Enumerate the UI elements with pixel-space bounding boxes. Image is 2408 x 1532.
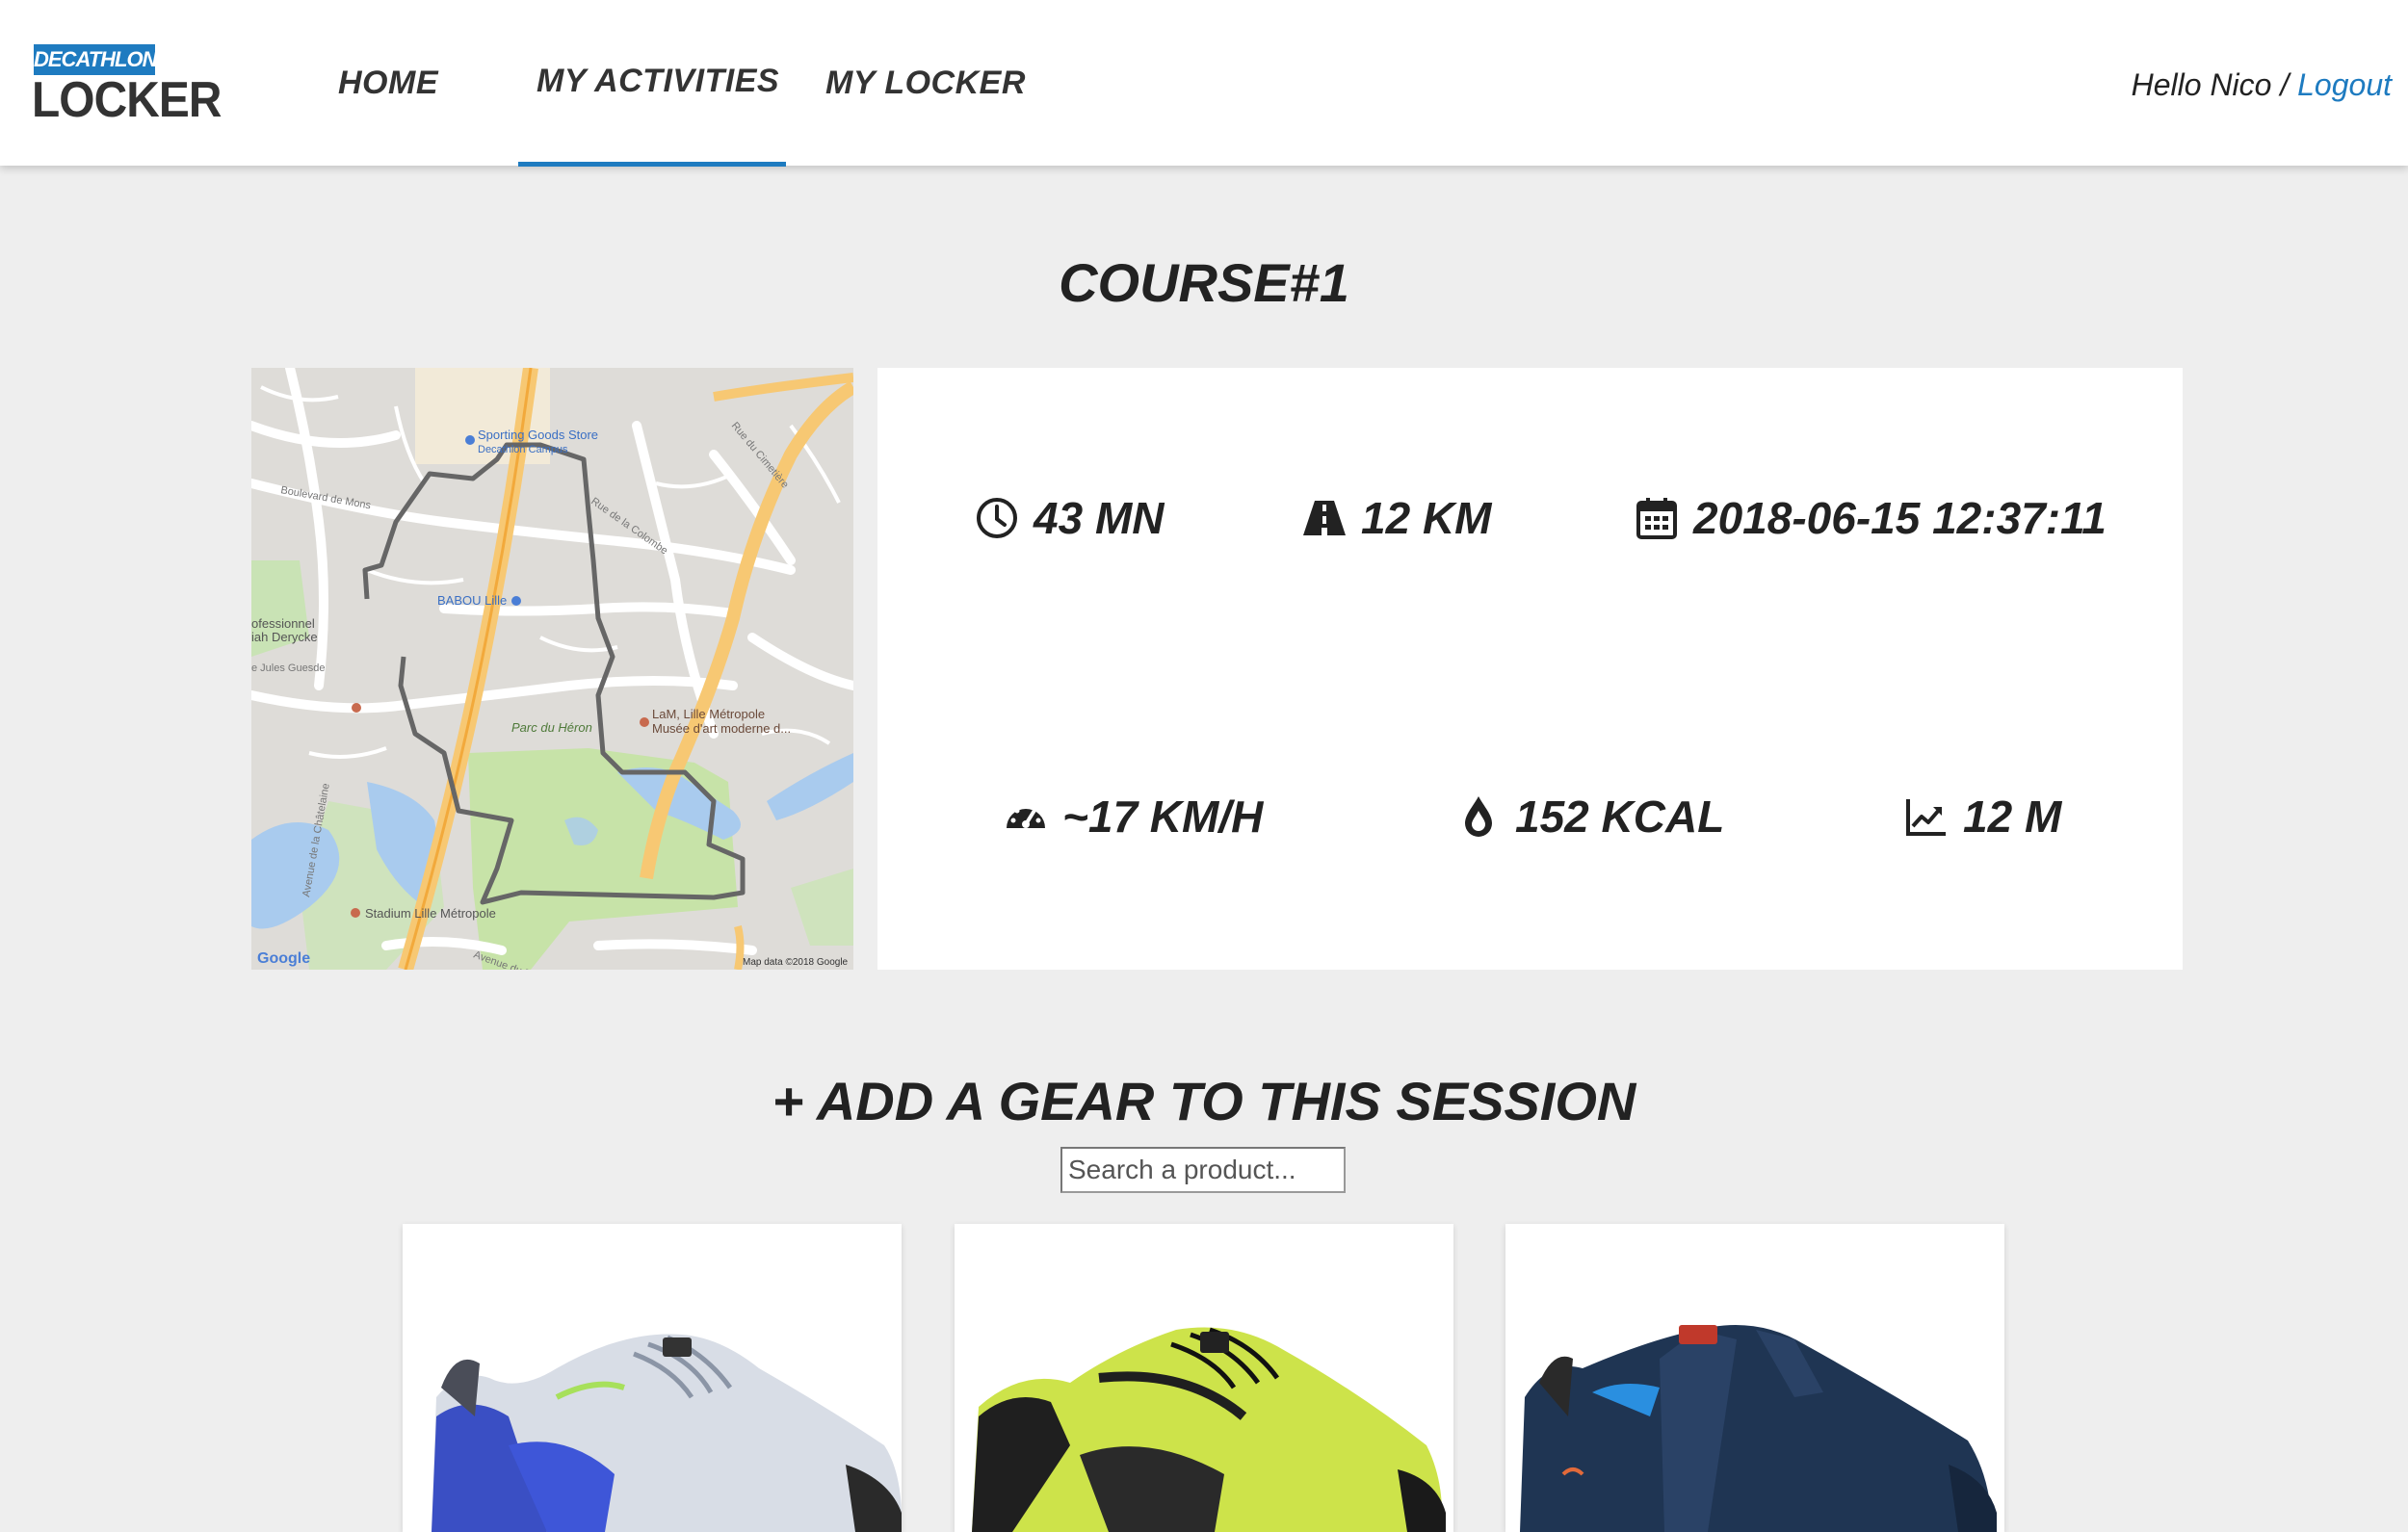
map-label-sporting-goods: Sporting Goods Store <box>478 428 598 442</box>
line-chart-icon <box>1906 799 1946 836</box>
white-blue-running-shoe-image <box>432 1334 902 1532</box>
calories-value: 152 KCAL <box>1515 792 1725 842</box>
drop-icon <box>1465 796 1492 837</box>
nav-my-locker[interactable]: MY LOCKER <box>825 64 1026 102</box>
stat-duration: 43 MN <box>974 493 1164 543</box>
yellow-black-running-shoe-image <box>972 1327 1446 1532</box>
map-label-lam-2: Musée d'art moderne d... <box>652 721 791 736</box>
add-gear-heading[interactable]: + ADD A GEAR TO THIS SESSION <box>0 1071 2408 1132</box>
stat-distance: 12 KM <box>1301 493 1491 543</box>
map-label-decathlon-campus: Decathlon Campus <box>478 444 568 455</box>
decathlon-logo[interactable]: DECATHLON <box>34 44 157 75</box>
elevation-value: 12 M <box>1963 792 2062 842</box>
navy-strap-shoe-image <box>1520 1325 1997 1532</box>
map-graphic: Sporting Goods Store Decathlon Campus BA… <box>251 368 853 970</box>
greeting-separator: / <box>2280 67 2290 102</box>
stat-calories: 152 KCAL <box>1455 792 1724 842</box>
map-attribution: Map data ©2018 Google <box>743 957 849 968</box>
greeting-text: Hello Nico <box>2131 67 2272 102</box>
clock-icon <box>977 498 1017 538</box>
page-title: COURSE#1 <box>1059 252 1349 313</box>
stat-elevation: 12 M <box>1903 792 2061 842</box>
stat-date: 2018-06-15 12:37:11 <box>1634 493 2107 543</box>
stat-speed: ~17 KM/H <box>1003 792 1263 842</box>
nav-home[interactable]: HOME <box>338 64 438 102</box>
product-card-1[interactable] <box>403 1224 902 1532</box>
product-card-3[interactable] <box>1505 1224 2004 1532</box>
logout-link[interactable]: Logout <box>2297 67 2392 102</box>
map-label-professionnel: ofessionnel <box>251 616 315 631</box>
route-map[interactable]: Sporting Goods Store Decathlon Campus BA… <box>251 368 853 970</box>
nav-my-activities[interactable]: MY ACTIVITIES <box>537 62 779 100</box>
google-logo: Google <box>257 950 310 967</box>
top-header: DECATHLON LOCKER HOME MY ACTIVITIES MY L… <box>0 0 2408 167</box>
calendar-icon <box>1636 498 1677 539</box>
road-icon <box>1303 501 1346 535</box>
speedometer-icon <box>1007 803 1045 828</box>
date-value: 2018-06-15 12:37:11 <box>1693 493 2107 543</box>
product-search-input[interactable] <box>1060 1147 1346 1193</box>
speed-value: ~17 KM/H <box>1062 792 1264 842</box>
map-label-lam: LaM, Lille Métropole <box>652 707 765 721</box>
active-tab-indicator <box>518 162 786 167</box>
duration-value: 43 MN <box>1034 493 1165 543</box>
map-label-babou: BABOU Lille <box>437 593 507 608</box>
activity-stats-panel: 43 MN 12 KM 2018-06-15 12:37:11 ~17 KM/H… <box>877 368 2183 970</box>
distance-value: 12 KM <box>1361 493 1492 543</box>
locker-logo-text[interactable]: LOCKER <box>32 73 222 127</box>
user-greeting: Hello Nico / Logout <box>2132 65 2392 104</box>
map-label-jules-guesde: e Jules Guesde <box>251 662 325 674</box>
map-label-parc: Parc du Héron <box>511 720 592 735</box>
product-card-2[interactable] <box>955 1224 1453 1532</box>
map-label-derycke: iah Derycke <box>251 630 318 644</box>
map-label-stadium: Stadium Lille Métropole <box>365 906 496 921</box>
